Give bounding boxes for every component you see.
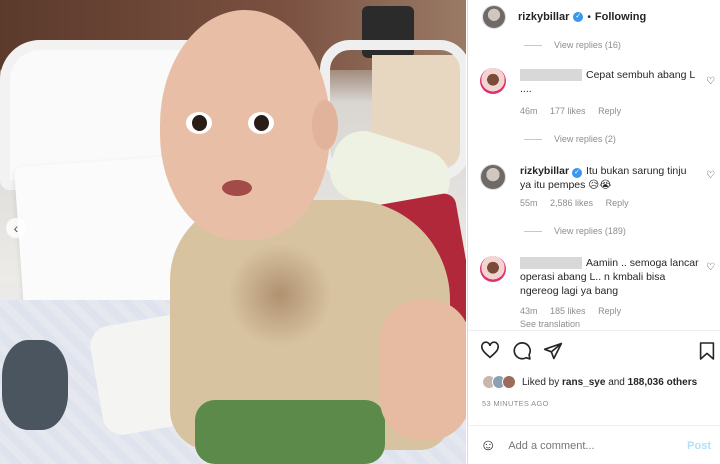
reply-button[interactable]: Reply bbox=[598, 106, 621, 116]
view-replies-line bbox=[524, 138, 542, 140]
author-username[interactable]: rizkybillar bbox=[518, 11, 569, 23]
hidden-username bbox=[520, 257, 582, 270]
liker-username[interactable]: rans_sye bbox=[562, 377, 605, 388]
view-replies-line bbox=[524, 230, 542, 232]
comment-meta: 55m 2,586 likes Reply bbox=[520, 198, 639, 208]
comment-meta: 43m 185 likes Reply bbox=[520, 306, 631, 316]
comment-text-block: Cepat sembuh abang L .... bbox=[520, 68, 700, 96]
comment-time: 43m bbox=[520, 306, 538, 316]
image-baby-mouth bbox=[222, 180, 252, 196]
view-replies-label: View replies (189) bbox=[554, 226, 626, 236]
see-translation-button[interactable]: See translation bbox=[520, 319, 580, 329]
post-actions: Liked by rans_sye and 188,036 others 53 … bbox=[468, 330, 720, 464]
commenter-avatar[interactable] bbox=[480, 256, 506, 282]
post-image[interactable]: ‹ bbox=[0, 0, 466, 464]
add-comment-input[interactable] bbox=[508, 439, 679, 452]
comment-text-block: rizkybillar ✓ Itu bukan sarung tinju ya it… bbox=[520, 164, 700, 192]
view-replies-line bbox=[524, 44, 542, 46]
verified-badge-icon: ✓ bbox=[573, 12, 584, 22]
share-icon[interactable] bbox=[543, 341, 563, 361]
likes-joiner: and bbox=[608, 376, 625, 388]
comment-like-heart-icon[interactable]: ♡ bbox=[706, 262, 715, 273]
comment-likes[interactable]: 185 likes bbox=[550, 306, 586, 316]
likes-summary: Liked by rans_sye and 188,036 others bbox=[482, 375, 697, 389]
view-replies-label: View replies (16) bbox=[554, 40, 621, 50]
post-side-panel: rizkybillar ✓ • Following View replies (… bbox=[467, 0, 720, 464]
verified-badge-icon: ✓ bbox=[572, 168, 583, 178]
smile-icon[interactable]: ☺ bbox=[480, 437, 496, 455]
post-timestamp[interactable]: 53 MINUTES AGO bbox=[482, 399, 549, 408]
likes-prefix: Liked by bbox=[522, 376, 560, 388]
post-header: rizkybillar ✓ • Following bbox=[468, 0, 720, 34]
image-baby-eye-right bbox=[248, 112, 274, 134]
comment-like-heart-icon[interactable]: ♡ bbox=[706, 170, 715, 181]
comment-like-heart-icon[interactable]: ♡ bbox=[706, 76, 715, 87]
comment-likes[interactable]: 2,586 likes bbox=[550, 198, 593, 208]
view-replies-button[interactable]: View replies (16) bbox=[524, 40, 621, 50]
view-replies-button[interactable]: View replies (189) bbox=[524, 226, 626, 236]
following-button[interactable]: Following bbox=[595, 11, 646, 23]
commenter-avatar[interactable] bbox=[480, 68, 506, 94]
commenter-avatar[interactable] bbox=[480, 164, 506, 190]
reply-button[interactable]: Reply bbox=[598, 306, 621, 316]
comment-meta: 46m 177 likes Reply bbox=[520, 106, 631, 116]
comment-likes[interactable]: 177 likes bbox=[550, 106, 586, 116]
hidden-username bbox=[520, 69, 582, 82]
liker-avatar[interactable] bbox=[502, 375, 516, 389]
image-baby-eye-left bbox=[186, 112, 212, 134]
carousel-prev-icon[interactable]: ‹ bbox=[6, 218, 26, 238]
comment-text-block: Aamiin .. semoga lancar operasi abang L.… bbox=[520, 256, 700, 298]
comments-list[interactable]: View replies (16) Cepat sembuh abang L .… bbox=[468, 34, 720, 330]
comment-time: 46m bbox=[520, 106, 538, 116]
view-replies-label: View replies (2) bbox=[554, 134, 616, 144]
heart-icon[interactable] bbox=[480, 341, 500, 359]
add-comment-bar: ☺ Post bbox=[468, 425, 720, 464]
bookmark-icon[interactable] bbox=[699, 341, 715, 361]
image-baby-arm bbox=[380, 300, 466, 440]
comment-time: 55m bbox=[520, 198, 538, 208]
author-avatar[interactable] bbox=[482, 5, 506, 29]
image-stain bbox=[230, 240, 330, 350]
reply-button[interactable]: Reply bbox=[606, 198, 629, 208]
commenter-username[interactable]: rizkybillar bbox=[520, 165, 569, 177]
view-replies-button[interactable]: View replies (2) bbox=[524, 134, 616, 144]
likes-others-count[interactable]: 188,036 others bbox=[628, 377, 698, 388]
post-comment-button[interactable]: Post bbox=[687, 440, 711, 452]
likes-text: Liked by rans_sye and 188,036 others bbox=[522, 377, 697, 388]
comment-icon[interactable] bbox=[512, 341, 532, 361]
header-separator: • bbox=[587, 11, 591, 23]
image-bag bbox=[2, 340, 68, 430]
image-baby-ear bbox=[312, 100, 338, 150]
image-shorts bbox=[195, 400, 385, 464]
